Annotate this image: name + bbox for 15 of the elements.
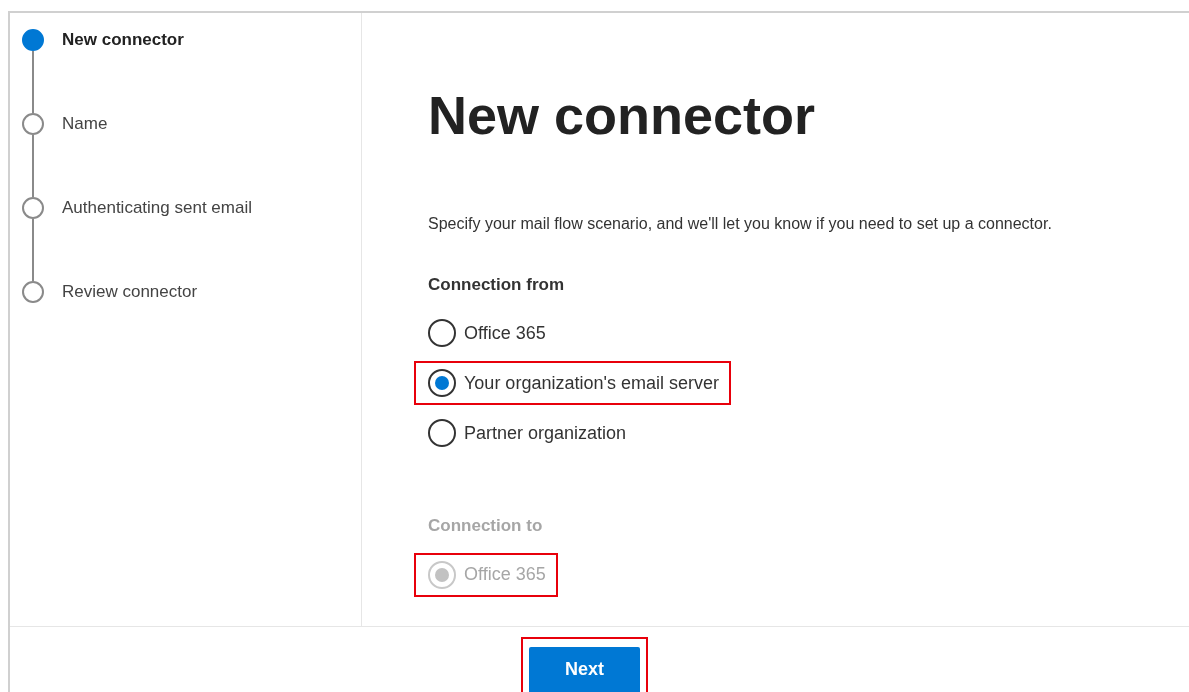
radio-button[interactable]: [428, 369, 456, 398]
radio-button[interactable]: [428, 319, 456, 348]
next-button[interactable]: Next: [529, 647, 640, 692]
step-label: Name: [62, 113, 108, 135]
step-label: New connector: [62, 29, 184, 51]
page-title: New connector: [428, 84, 817, 147]
step-label: Review connector: [62, 281, 198, 303]
radio-label[interactable]: Your organization's email server: [464, 369, 719, 397]
section-heading: Connection to: [428, 515, 544, 538]
radio-label[interactable]: Partner organization: [464, 419, 627, 447]
radio-label[interactable]: Office 365: [464, 319, 546, 347]
radio-button[interactable]: [428, 419, 456, 448]
section-heading: Connection from: [428, 273, 565, 296]
description-text: Specify your mail flow scenario, and we'll let you know if you need to set up a connector.: [428, 213, 1053, 234]
step-label: Authenticating sent email: [62, 197, 252, 219]
